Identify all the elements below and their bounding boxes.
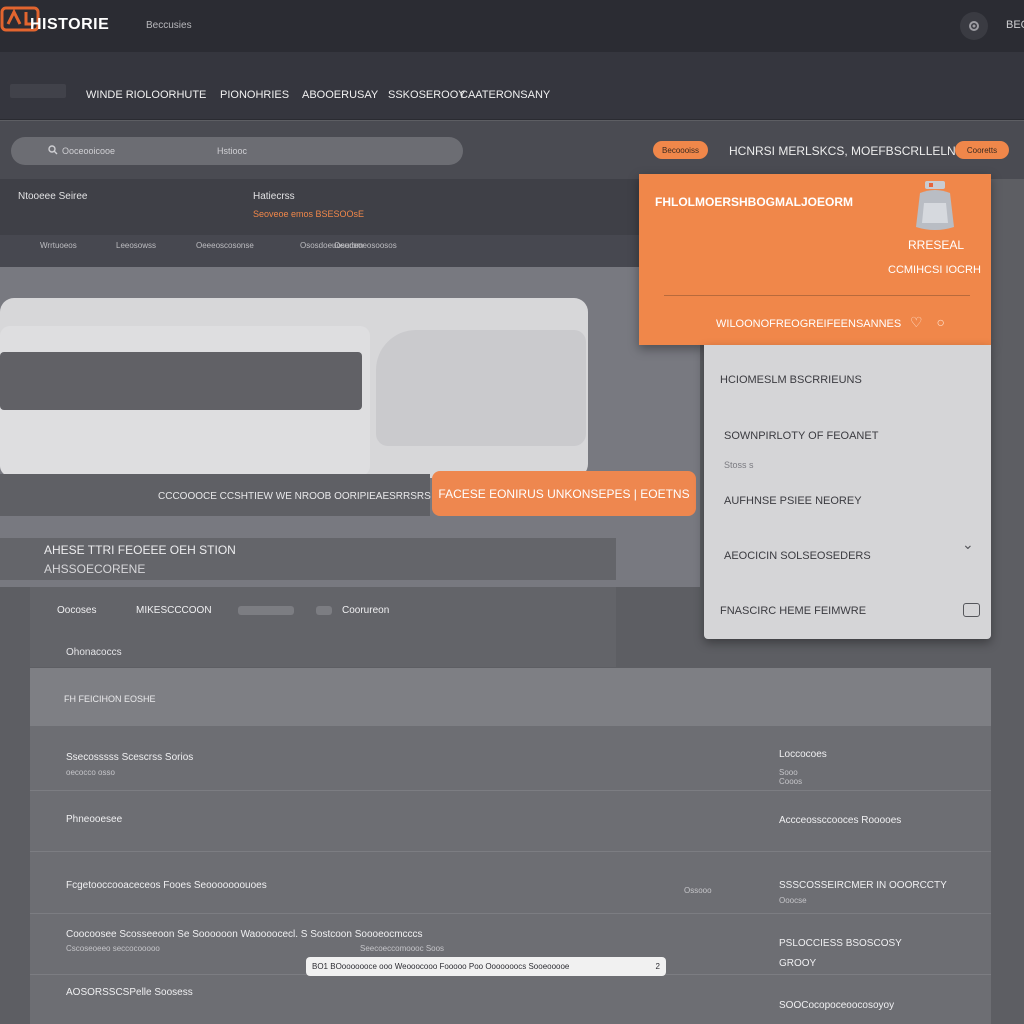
- filter-item-3[interactable]: Oeeeoscosonse: [196, 241, 254, 250]
- dropdown-item-2[interactable]: SOWNPIRLOTY OF FEOANET: [724, 430, 878, 442]
- promo-card-price: RRESEAL: [908, 238, 965, 252]
- tab-placeholder-bar-2: [316, 606, 332, 615]
- filter-item-2[interactable]: Leeosowss: [116, 241, 156, 250]
- tab-placeholder-bar: [238, 606, 294, 615]
- table-row-1-right[interactable]: Loccocoes: [779, 749, 827, 760]
- tab-1[interactable]: Oocoses: [57, 605, 96, 616]
- filter-row: [0, 235, 640, 267]
- table-row-2-right[interactable]: Accceossccooces Rooooes: [779, 815, 901, 826]
- dropdown-item-4[interactable]: AEOCICIN SOLSEOSEDERS: [724, 550, 871, 562]
- tooltip-close-icon[interactable]: 2: [656, 962, 660, 971]
- promo-card-icons: ♡ ○: [910, 314, 945, 331]
- row-divider: [30, 851, 991, 852]
- tab-2[interactable]: MIKESCCCOON: [136, 605, 212, 616]
- filter-pill-left[interactable]: Becoooiss: [653, 141, 708, 159]
- row-divider: [30, 790, 991, 791]
- card-icon[interactable]: [963, 603, 980, 617]
- info-right-sub[interactable]: Seoveoe emos BSESOOsE: [253, 209, 364, 219]
- row-divider: [30, 913, 991, 914]
- table-header: [30, 668, 991, 726]
- dropdown-item-3[interactable]: AUFHNSE PSIEE NEOREY: [724, 495, 862, 507]
- settings-icon[interactable]: [960, 12, 988, 40]
- tab-3[interactable]: Coorureon: [342, 605, 389, 616]
- table-row-1-left[interactable]: Ssecosssss Scescrss Sorios: [66, 752, 193, 763]
- dropdown-item-2-sub: Stoss s: [724, 460, 754, 470]
- product-bottle-icon: [916, 181, 954, 230]
- promo-card-footer[interactable]: WILOONOFREOGREIFEENSANNES: [716, 318, 901, 330]
- info-right-label: Hatiecrss: [253, 191, 295, 202]
- hero-section-title: AHESE TTRI FEOEEE OEH STION: [44, 543, 236, 557]
- heart-icon[interactable]: ♡: [910, 314, 923, 330]
- circle-icon[interactable]: ○: [936, 314, 944, 330]
- brand-name[interactable]: HISTORIE: [30, 16, 109, 34]
- chevron-down-icon[interactable]: ⌄: [962, 536, 974, 553]
- nav-item-1[interactable]: WINDE RIOLOORHUTE: [86, 89, 206, 101]
- hero-image-screen: [0, 352, 362, 410]
- filter-item-5[interactable]: Oeedeoeosoosos: [334, 241, 397, 250]
- table-row-5-right[interactable]: SOOCocopoceoocosoyoy: [779, 1000, 894, 1011]
- table-row-1-left-sub: oecocco osso: [66, 768, 115, 777]
- nav-item-3[interactable]: ABOOERUSAY: [302, 89, 378, 101]
- nav-item-4[interactable]: SSKOSEROOY: [388, 89, 466, 101]
- promo-card-divider: [664, 295, 970, 296]
- nav-item-2[interactable]: PIONOHRIES: [220, 89, 289, 101]
- search-placeholder-right: Hstiooc: [217, 146, 248, 156]
- tooltip-text: BO1 BOooooooce ooo Weooocooo Fooooo Poo …: [312, 962, 570, 971]
- hero-cta-button[interactable]: FACESE EONIRUS UNKONSEPES | EOETNS: [432, 471, 696, 516]
- table-row-3-left[interactable]: Fcgetooccooaceceos Fooes Seooooooouoes: [66, 880, 267, 891]
- info-row: [0, 179, 640, 235]
- user-label[interactable]: BEO: [1006, 19, 1024, 31]
- table-row-5-left[interactable]: AOSORSSCSPelle Soosess: [66, 987, 193, 998]
- table-row-4-left-sub: Cscoseoeeo seccocooooo: [66, 944, 160, 953]
- table-row-3-right-sub: Ooocse: [779, 896, 807, 905]
- hero-section-sub: AHSSOECORENE: [44, 562, 146, 576]
- tabs-label: Ohonacoccs: [66, 647, 122, 658]
- hero-caption-text: CCCOOOCE CCSHTIEW: [158, 491, 273, 502]
- table-row-4-right[interactable]: PSLOCCIESS BSOSCOSY: [779, 938, 902, 949]
- row-tooltip: BO1 BOooooooce ooo Weooocooo Fooooo Poo …: [306, 957, 666, 976]
- nav-bar: [0, 52, 1024, 120]
- dropdown-panel: [704, 345, 991, 639]
- brand-subtitle: Beccusies: [146, 20, 192, 31]
- dropdown-item-5[interactable]: FNASCIRC HEME FEIMWRE: [720, 605, 866, 617]
- info-left-label: Ntooeee Seiree: [18, 191, 88, 202]
- hero-caption: CCCOOOCE CCSHTIEW WE NROOB OORIPIEAESRRS…: [158, 491, 431, 502]
- search-icon: [48, 145, 58, 155]
- table-body: [30, 726, 991, 1024]
- promo-card-title: FHLOLMOERSHBOGMALJOEORM: [655, 195, 853, 209]
- promo-card-sub[interactable]: CCMIHCSI IOCRH: [888, 264, 981, 276]
- table-row-4-right-sub: GROOY: [779, 958, 817, 969]
- hero-image-lens: [376, 330, 586, 446]
- table-row-4-left[interactable]: Coocoosee Scosseeoon Se Soooooon Waooooc…: [66, 929, 423, 940]
- nav-item-5[interactable]: CAATERONSANY: [460, 89, 550, 101]
- table-row-3-right[interactable]: SSSCOSSEIRCMER IN OOORCCTY: [779, 880, 947, 891]
- table-row-4-mid: Seecoeccomoooc Soos: [360, 944, 445, 953]
- hero-caption-text-2: WE NROOB OORIPIEAESRRSRS: [275, 491, 431, 502]
- filter-item-1[interactable]: Wrrtuoeos: [40, 241, 77, 250]
- table-row-1-right-sub: Sooo Cooos: [779, 768, 803, 786]
- table-row-3-mid: Ossooo: [684, 886, 712, 895]
- dropdown-item-1[interactable]: HCIOMESLM BSCRRIEUNS: [720, 374, 862, 386]
- table-row-2-left[interactable]: Phneooesee: [66, 814, 122, 825]
- filter-pill-right[interactable]: Cooretts: [955, 141, 1009, 159]
- search-placeholder: Ooceooicooe: [62, 146, 116, 156]
- table-header-label: FH FEICIHON EOSHE: [64, 694, 156, 704]
- nav-menu-placeholder[interactable]: [10, 84, 66, 98]
- search-row-heading: HCNRSI MERLSKCS, MOEFBSCRLLELN: [729, 144, 956, 158]
